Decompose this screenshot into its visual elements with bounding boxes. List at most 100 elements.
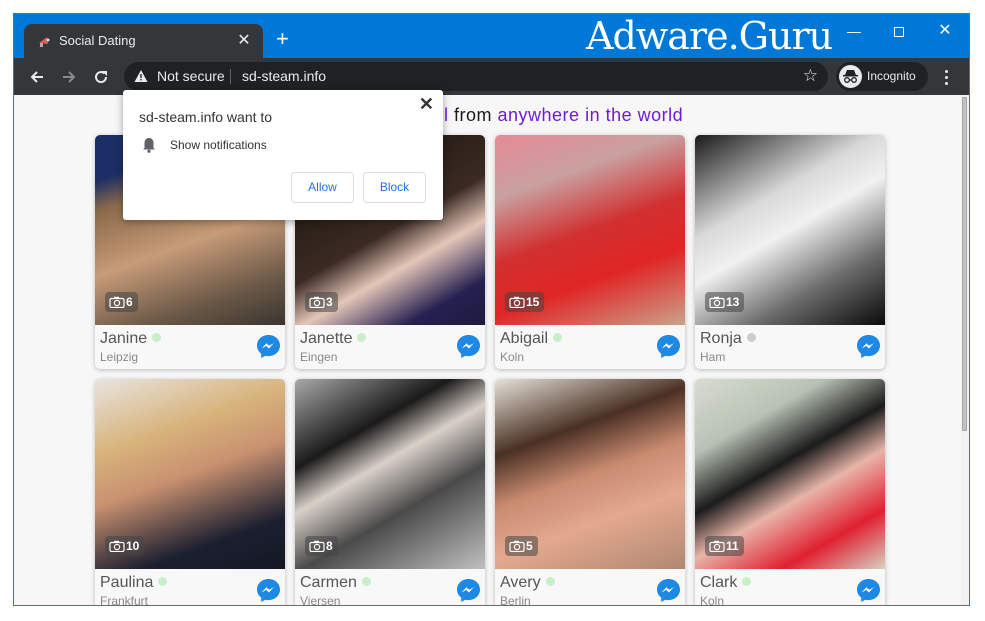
profile-name[interactable]: Janine <box>100 330 147 347</box>
profile-name[interactable]: Clark <box>700 574 737 591</box>
camera-icon <box>509 296 525 308</box>
window-close-button[interactable]: ✕ <box>922 20 968 42</box>
camera-icon <box>709 296 725 308</box>
new-tab-button[interactable]: + <box>276 28 289 50</box>
online-status-dot <box>553 333 563 342</box>
profile-city: Frankfurt <box>100 594 149 606</box>
profile-name-row: Clark <box>700 574 752 592</box>
photo-count: 5 <box>526 539 533 553</box>
tab-close-icon[interactable]: ✕ <box>235 30 253 50</box>
messenger-icon[interactable] <box>256 578 281 603</box>
arrow-right-icon <box>63 71 76 83</box>
camera-icon <box>109 296 125 308</box>
arrow-left-icon <box>30 71 43 83</box>
profile-city: Ham <box>700 350 726 364</box>
profile-name[interactable]: Ronja <box>700 330 742 347</box>
back-button[interactable] <box>25 65 49 89</box>
profile-name[interactable]: Paulina <box>100 574 153 591</box>
profile-name-row: Ronja <box>700 330 756 348</box>
bell-icon <box>143 138 155 153</box>
messenger-icon[interactable] <box>856 334 881 359</box>
photo-count: 8 <box>326 539 333 553</box>
browser-menu-button[interactable] <box>940 65 954 89</box>
photo-count: 11 <box>726 539 739 553</box>
online-status-dot <box>152 333 162 342</box>
photo-count-badge: 11 <box>705 536 744 556</box>
permission-text: Show notifications <box>170 138 267 152</box>
online-status-dot <box>357 333 367 342</box>
headline-text: from <box>454 105 492 125</box>
profile-card[interactable]: 15 Abigail Koln <box>495 135 685 369</box>
profile-name-row: Abigail <box>500 330 563 348</box>
profile-city: Berlin <box>500 594 531 606</box>
photo-count: 6 <box>126 295 133 309</box>
megaphone-favicon-icon <box>39 37 50 47</box>
profile-name-row: Janine <box>100 330 162 348</box>
photo-count-badge: 6 <box>105 292 138 312</box>
camera-icon <box>109 540 125 552</box>
reload-button[interactable] <box>89 65 113 89</box>
headline-highlight: anywhere in the world <box>497 105 684 125</box>
profile-name[interactable]: Avery <box>500 574 541 591</box>
messenger-icon[interactable] <box>656 578 681 603</box>
allow-button[interactable]: Allow <box>291 172 354 203</box>
maximize-icon <box>894 27 904 38</box>
menu-dot-icon <box>945 82 948 85</box>
profile-name-row: Janette <box>300 330 367 348</box>
notification-permission-dialog: sd-steam.info want to ✕ Show notificatio… <box>123 90 443 220</box>
scrollbar-thumb[interactable] <box>962 97 967 431</box>
photo-count: 13 <box>726 295 740 309</box>
maximize-button[interactable] <box>876 20 922 42</box>
tab-social-dating[interactable]: Social Dating ✕ <box>24 24 263 58</box>
profile-card[interactable]: 8 Carmen Viersen <box>295 379 485 605</box>
photo-count-badge: 5 <box>505 536 538 556</box>
photo-count-badge: 13 <box>705 292 745 312</box>
profile-city: Eingen <box>300 350 338 364</box>
profile-card[interactable]: 11 Clark Koln <box>695 379 885 606</box>
messenger-icon[interactable] <box>856 578 881 603</box>
minimize-button[interactable]: — <box>831 20 877 42</box>
bookmark-star-icon[interactable]: ☆ <box>803 66 818 86</box>
dialog-close-icon[interactable]: ✕ <box>419 94 434 115</box>
url-text[interactable]: sd-steam.info <box>242 68 326 84</box>
messenger-icon[interactable] <box>256 334 281 359</box>
menu-dot-icon <box>945 76 948 79</box>
online-status-dot <box>742 577 752 586</box>
messenger-icon[interactable] <box>456 334 481 359</box>
camera-icon <box>509 540 525 552</box>
profile-name-row: Carmen <box>300 574 371 592</box>
security-status[interactable]: Not secure <box>157 68 225 84</box>
messenger-icon[interactable] <box>456 578 481 603</box>
profile-name[interactable]: Janette <box>300 330 352 347</box>
profile-card[interactable]: 13 Ronja Ham <box>695 135 885 369</box>
tab-title: Social Dating <box>59 33 136 48</box>
address-bar[interactable]: Not secure sd-steam.info ☆ <box>124 62 828 91</box>
camera-icon <box>309 540 325 552</box>
profile-card[interactable]: 5 Avery Berlin <box>495 379 685 606</box>
reload-icon <box>95 71 108 84</box>
profile-city: Leipzig <box>100 350 139 364</box>
profile-name[interactable]: Carmen <box>300 574 357 591</box>
omnibox-divider <box>230 69 231 84</box>
online-status-dot <box>361 577 371 586</box>
messenger-icon[interactable] <box>656 334 681 359</box>
profile-city: Koln <box>500 350 525 364</box>
block-button[interactable]: Block <box>363 172 426 203</box>
photo-count: 15 <box>526 295 540 309</box>
scrollbar[interactable] <box>961 95 969 605</box>
camera-icon <box>709 540 725 552</box>
profile-name-row: Paulina <box>100 574 168 592</box>
profile-name-row: Avery <box>500 574 555 592</box>
online-status-dot <box>746 333 756 342</box>
menu-dot-icon <box>945 70 948 73</box>
incognito-icon <box>839 65 862 88</box>
forward-button[interactable] <box>57 65 81 89</box>
profile-city: Koln <box>700 594 725 606</box>
photo-count-badge: 8 <box>305 536 338 556</box>
incognito-label: Incognito <box>867 69 916 83</box>
profile-name[interactable]: Abigail <box>500 330 548 347</box>
profile-card[interactable]: 10 Paulina Frankfurt <box>95 379 285 606</box>
dialog-title: sd-steam.info want to <box>139 109 273 125</box>
photo-count-badge: 10 <box>105 536 145 556</box>
incognito-badge[interactable]: Incognito <box>836 62 928 91</box>
